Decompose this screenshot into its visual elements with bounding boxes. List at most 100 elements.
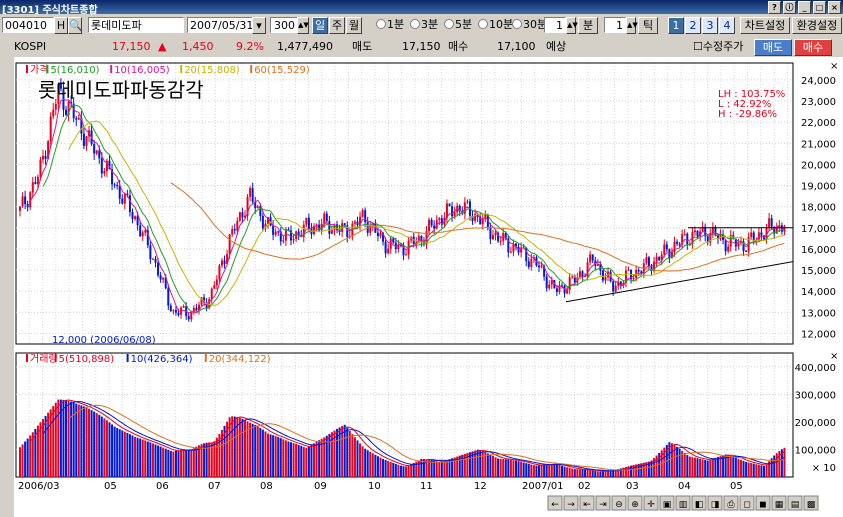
- volume-bar: [277, 437, 280, 477]
- minute-button[interactable]: 분: [578, 17, 598, 34]
- volume-bar: [599, 471, 602, 477]
- volume-bar: [711, 458, 714, 477]
- volume-bar: [77, 404, 80, 477]
- period-month[interactable]: 월: [346, 17, 362, 34]
- volume-bar: [172, 451, 175, 477]
- volume-bar: [95, 413, 98, 477]
- radio-3min[interactable]: 3분: [410, 17, 438, 33]
- page-4[interactable]: 4: [719, 17, 735, 34]
- volume-bar: [366, 450, 369, 477]
- volume-bar: [243, 419, 246, 477]
- price-tick-label: 17,000: [801, 224, 836, 235]
- period-day[interactable]: 일: [312, 17, 328, 34]
- nav-icon: ←: [551, 500, 559, 510]
- radio-label: 1분: [387, 18, 405, 31]
- candle-body: [696, 230, 699, 237]
- env-settings-button[interactable]: 환경설정: [792, 17, 842, 34]
- price-tick-label: 12,000: [801, 329, 836, 340]
- candle-body: [100, 158, 103, 174]
- radio-30min[interactable]: 30분: [512, 17, 547, 33]
- chart-area[interactable]: 24,000 23,000 22,000 21,000 20,000 19,000 18,0…: [0, 57, 843, 517]
- volume-bar: [389, 461, 392, 477]
- page-2[interactable]: 2: [685, 17, 701, 34]
- radio-1min[interactable]: 1분: [376, 17, 404, 33]
- date-dropdown-icon[interactable]: ▾: [252, 17, 266, 34]
- tick-spinner-icon[interactable]: ▲▼: [626, 17, 638, 34]
- h-button[interactable]: H: [54, 17, 68, 34]
- volume-bar: [760, 465, 763, 477]
- volume-unit-label: × 10: [812, 463, 836, 474]
- stock-chart[interactable]: 24,000 23,000 22,000 21,000 20,000 19,000 18,0…: [0, 57, 843, 517]
- candle-body: [174, 310, 177, 313]
- nav-icon: ▥: [679, 500, 688, 510]
- x-axis-label: 02: [578, 481, 591, 492]
- close-icon[interactable]: ×: [828, 1, 841, 14]
- page-1[interactable]: 1: [668, 17, 684, 34]
- volume-bar: [755, 464, 758, 477]
- volume-bar: [586, 469, 589, 477]
- volume-bar: [157, 445, 160, 477]
- bid-price: 17,100: [497, 40, 536, 53]
- candle-body: [272, 225, 275, 235]
- price-tick-label: 19,000: [801, 182, 836, 193]
- count-field[interactable]: 300: [270, 17, 298, 33]
- candle-body: [392, 238, 395, 243]
- info-bar: KOSPI 17,150 ▲ 1,450 9.2% 1,477,490 매도 1…: [0, 38, 843, 56]
- candle-body: [131, 212, 134, 219]
- x-axis-label: 12: [474, 481, 487, 492]
- candle-body: [218, 265, 221, 280]
- volume-bar: [197, 445, 200, 477]
- date-field[interactable]: 2007/05/31: [187, 17, 255, 33]
- bid-label: 매수: [448, 40, 469, 53]
- volume-bar: [121, 430, 124, 477]
- candle-body: [330, 230, 333, 234]
- overlay-title: 롯데미도파파동감각: [38, 78, 204, 102]
- tick-field[interactable]: 1: [604, 17, 626, 33]
- help-icon[interactable]: ?: [768, 1, 781, 14]
- volume-bar: [604, 470, 607, 477]
- price-tick-label: 22,000: [801, 118, 836, 129]
- volume-bar: [589, 470, 592, 477]
- page-3[interactable]: 3: [702, 17, 718, 34]
- stock-code-input[interactable]: 004010: [2, 17, 54, 33]
- count-spinner-icon[interactable]: ▲▼: [297, 17, 309, 34]
- volume-bar: [770, 458, 773, 477]
- volume-bar: [548, 464, 551, 477]
- volume-bar: [374, 454, 377, 477]
- volume-bar: [300, 445, 303, 477]
- maximize-icon[interactable]: □: [813, 1, 826, 14]
- volume-bar: [105, 420, 108, 477]
- buy-button[interactable]: 매수: [794, 39, 832, 56]
- chart-settings-button[interactable]: 차트설정: [740, 17, 790, 34]
- minute-field[interactable]: 1: [544, 17, 566, 33]
- link-icon[interactable]: ⓘ: [783, 1, 796, 14]
- volume-bar: [737, 458, 740, 477]
- candle-body: [770, 218, 773, 227]
- volume-tick-label: 300,000: [795, 390, 836, 401]
- search-icon[interactable]: 🔍: [68, 17, 83, 34]
- candle-body: [724, 240, 727, 252]
- candle-body: [233, 229, 236, 231]
- period-week[interactable]: 주: [329, 17, 345, 34]
- radio-label: 5분: [455, 18, 473, 31]
- volume-legend-item: 10(426,364): [131, 354, 193, 365]
- adjusted-label: 수정주가: [702, 40, 744, 53]
- volume-bar: [714, 457, 717, 477]
- volume-bar: [497, 458, 500, 477]
- price-legend-item: 5(16,010): [50, 65, 99, 76]
- candle-body: [42, 155, 45, 160]
- candle-body: [527, 261, 530, 268]
- minimize-icon[interactable]: _: [798, 1, 811, 14]
- volume-bar: [591, 470, 594, 477]
- sell-button[interactable]: 매도: [754, 39, 792, 56]
- volume-bar: [405, 466, 408, 477]
- radio-5min[interactable]: 5분: [444, 17, 472, 33]
- radio-10min[interactable]: 10분: [478, 17, 513, 33]
- minute-spinner-icon[interactable]: ▲▼: [566, 17, 578, 34]
- tick-button[interactable]: 틱: [638, 17, 658, 34]
- volume-bar: [128, 434, 131, 477]
- volume-bar: [742, 460, 745, 477]
- adjusted-price-checkbox[interactable]: ☐수정주가: [693, 38, 743, 56]
- moving-average-line: [42, 400, 785, 472]
- nav-icon: ⇥: [599, 500, 607, 510]
